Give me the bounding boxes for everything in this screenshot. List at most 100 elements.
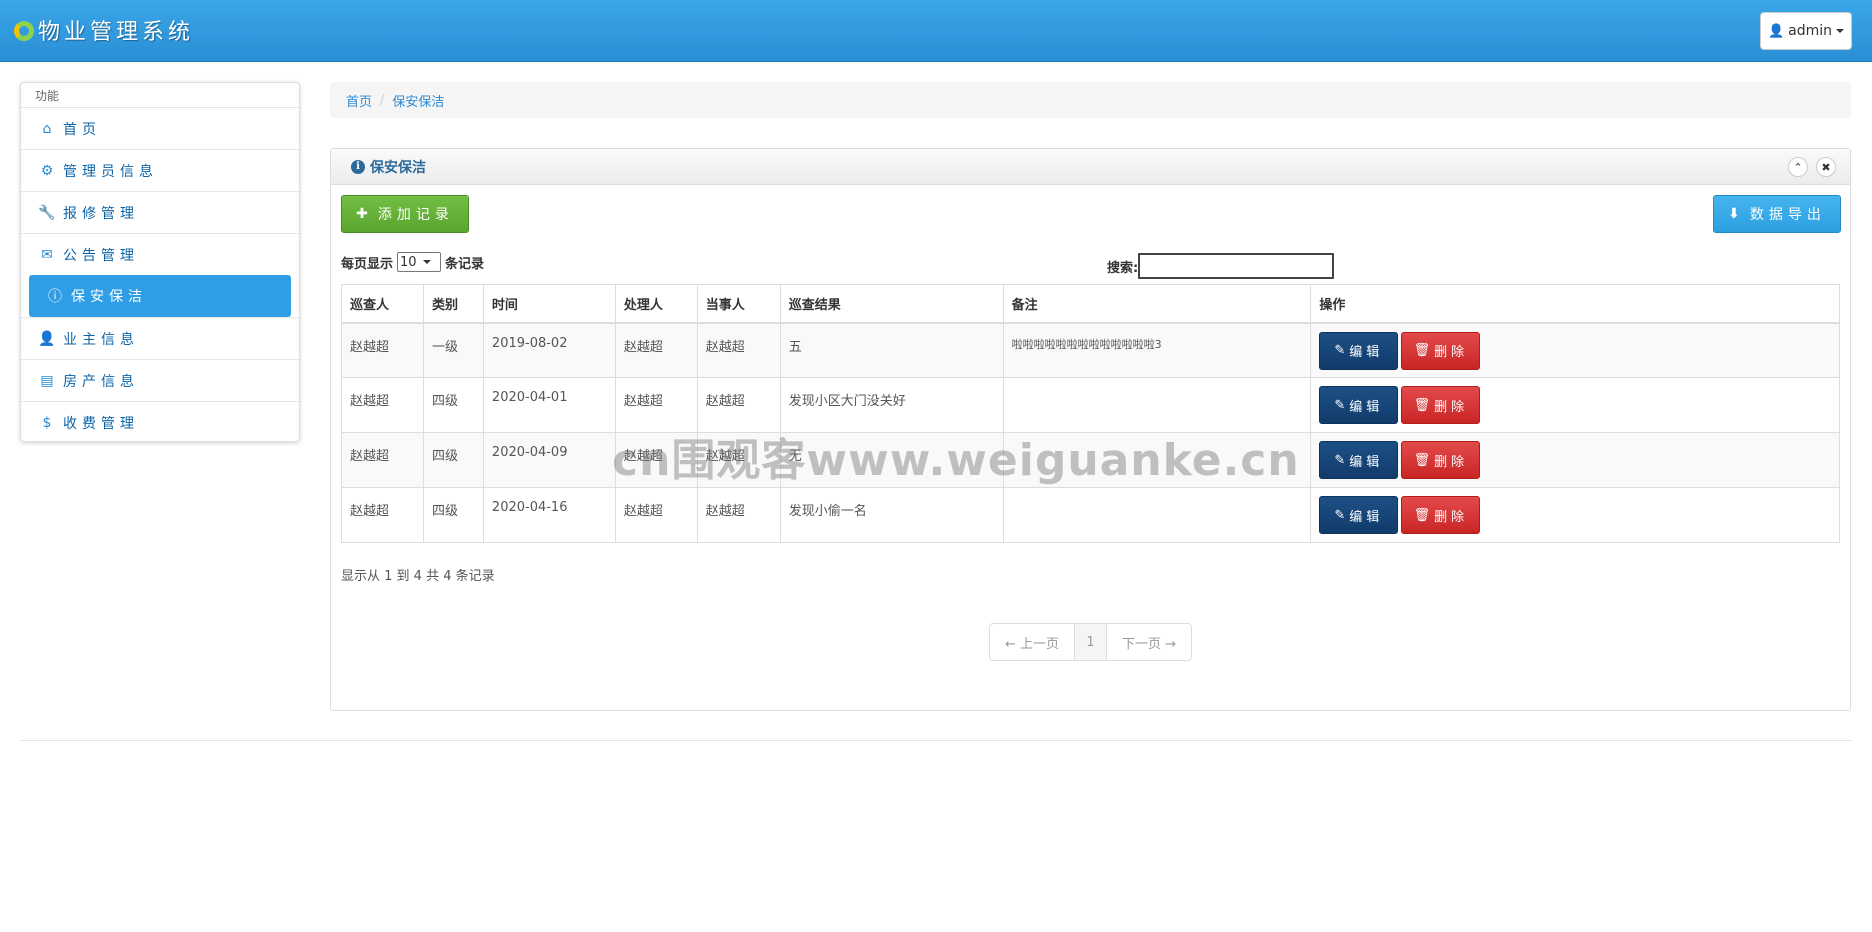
info-icon: ⓘ: [48, 289, 62, 305]
page-number-button[interactable]: 1: [1075, 624, 1107, 660]
prev-page-button[interactable]: ← 上一页: [990, 624, 1075, 660]
cell-actions: ✎ 编辑 🗑 删除: [1310, 322, 1840, 378]
breadcrumb-current: 保安保洁: [392, 94, 445, 110]
sidebar-item-admin-info[interactable]: ⚙ 管理员信息: [21, 149, 299, 191]
export-data-label: 数据导出: [1749, 207, 1826, 223]
sidebar-item-label: 报修管理: [63, 205, 139, 222]
home-icon: ⌂: [42, 120, 52, 137]
cell-handler: 赵越超: [614, 432, 698, 488]
collapse-button[interactable]: ⌃: [1788, 157, 1808, 177]
edit-icon: ✎: [1334, 343, 1346, 358]
sidebar-item-label: 保安保洁: [71, 289, 147, 305]
cell-party: 赵越超: [696, 322, 781, 378]
sidebar-item-properties[interactable]: ▤ 房产信息: [21, 359, 299, 401]
cell-inspector: 赵越超: [341, 322, 424, 378]
edit-icon: ✎: [1334, 397, 1346, 413]
cell-handler: 赵越超: [614, 377, 698, 433]
edit-label: 编辑: [1349, 399, 1384, 415]
breadcrumb: 首页 / 保安保洁: [330, 82, 1851, 118]
user-name: admin: [1788, 23, 1833, 39]
sidebar-item-label: 公告管理: [63, 247, 139, 264]
cell-result: 无: [779, 432, 1004, 488]
table-row: 赵越超 一级 2019-08-02 赵越超 赵越超 五 啦啦啦啦啦啦啦啦啦啦啦啦…: [341, 322, 1840, 378]
cell-result: 发现小区大门没关好: [779, 377, 1004, 433]
column-header[interactable]: 时间: [482, 284, 616, 324]
sidebar: 功能 ⌂ 首页 ⚙ 管理员信息 🔧 报修管理 ✉ 公告管理 ⓘ 保安保洁 👤 业…: [20, 82, 300, 442]
table-row: 赵越超 四级 2020-04-16 赵越超 赵越超 发现小偷一名 ✎ 编辑 🗑 删除: [341, 487, 1840, 543]
envelope-icon: ✉: [41, 246, 53, 263]
edit-icon: ✎: [1334, 452, 1346, 468]
sidebar-item-announcements[interactable]: ✉ 公告管理: [21, 233, 299, 275]
sidebar-item-security-cleaning[interactable]: ⓘ 保安保洁: [29, 275, 291, 317]
column-header[interactable]: 巡查人: [341, 284, 424, 324]
logo-icon: [14, 21, 34, 41]
trash-icon: 🗑: [1413, 452, 1431, 468]
export-data-button[interactable]: ⬇ 数据导出: [1713, 195, 1841, 233]
delete-button[interactable]: 🗑 删除: [1401, 496, 1481, 534]
pagination: ← 上一页 1 下一页 →: [989, 623, 1192, 661]
cell-note: [1002, 432, 1312, 488]
cell-party: 赵越超: [696, 432, 781, 488]
page-length-select[interactable]: 10: [397, 252, 442, 272]
breadcrumb-home-link[interactable]: 首页: [346, 91, 372, 110]
brand[interactable]: 物业管理系统: [14, 14, 194, 46]
column-header[interactable]: 当事人: [696, 284, 781, 324]
sidebar-heading: 功能: [35, 89, 60, 103]
cell-handler: 赵越超: [614, 487, 698, 543]
chevron-down-icon: [422, 260, 431, 264]
table-info: 显示从 1 到 4 共 4 条记录: [341, 569, 495, 584]
top-navbar: 物业管理系统 👤 admin: [0, 0, 1872, 62]
edit-label: 编辑: [1349, 454, 1384, 470]
close-button[interactable]: ✖: [1816, 157, 1836, 177]
cell-party: 赵越超: [696, 487, 781, 543]
trash-icon: 🗑: [1413, 397, 1431, 413]
chevron-up-icon: ⌃: [1793, 160, 1803, 174]
add-record-button[interactable]: ✚ 添加记录: [341, 195, 469, 233]
cell-date: 2019-08-02: [482, 322, 616, 378]
sidebar-item-home[interactable]: ⌂ 首页: [21, 107, 299, 149]
page-length-control: 每页显示 10 条记录: [341, 252, 484, 272]
delete-button[interactable]: 🗑 删除: [1401, 441, 1481, 479]
search-label: 搜索:: [1107, 260, 1139, 276]
caret-down-icon: [1836, 29, 1845, 33]
cell-level: 四级: [422, 487, 484, 543]
trash-icon: 🗑: [1413, 343, 1431, 358]
next-page-button[interactable]: 下一页 →: [1107, 624, 1191, 660]
info-icon: i: [351, 159, 365, 174]
column-header[interactable]: 备注: [1002, 284, 1312, 324]
delete-label: 删除: [1434, 509, 1469, 525]
cell-date: 2020-04-01: [482, 377, 616, 433]
sidebar-item-label: 业主信息: [63, 331, 139, 348]
sidebar-item-owners[interactable]: 👤 业主信息: [21, 317, 299, 359]
cell-level: 四级: [422, 377, 484, 433]
delete-label: 删除: [1434, 399, 1469, 415]
trash-icon: 🗑: [1413, 507, 1431, 523]
delete-label: 删除: [1434, 454, 1469, 470]
cell-result: 五: [779, 322, 1004, 378]
column-header[interactable]: 处理人: [614, 284, 698, 324]
edit-button[interactable]: ✎ 编辑: [1319, 441, 1399, 479]
search-input[interactable]: [1138, 253, 1335, 279]
cell-level: 一级: [422, 322, 484, 378]
page-length-suffix: 条记录: [445, 256, 485, 272]
sidebar-item-fees[interactable]: $ 收费管理: [21, 401, 299, 443]
edit-label: 编辑: [1349, 509, 1384, 525]
edit-button[interactable]: ✎ 编辑: [1319, 496, 1399, 534]
edit-button[interactable]: ✎ 编辑: [1319, 386, 1399, 424]
edit-button[interactable]: ✎ 编辑: [1319, 331, 1399, 370]
edit-icon: ✎: [1334, 507, 1346, 523]
cell-actions: ✎ 编辑 🗑 删除: [1310, 432, 1840, 488]
panel-title: 保安保洁: [370, 159, 426, 176]
user-menu-button[interactable]: 👤 admin: [1760, 12, 1852, 50]
column-header[interactable]: 类别: [422, 284, 484, 324]
delete-button[interactable]: 🗑 删除: [1401, 331, 1481, 370]
sidebar-item-repairs[interactable]: 🔧 报修管理: [21, 191, 299, 233]
sidebar-item-label: 首页: [63, 121, 101, 138]
cell-actions: ✎ 编辑 🗑 删除: [1310, 377, 1840, 433]
delete-button[interactable]: 🗑 删除: [1401, 386, 1481, 424]
column-header[interactable]: 巡查结果: [779, 284, 1004, 324]
page-length-prefix: 每页显示: [341, 256, 394, 272]
user-icon: 👤: [1767, 23, 1785, 39]
cell-result: 发现小偷一名: [779, 487, 1004, 543]
dollar-icon: $: [42, 414, 52, 431]
